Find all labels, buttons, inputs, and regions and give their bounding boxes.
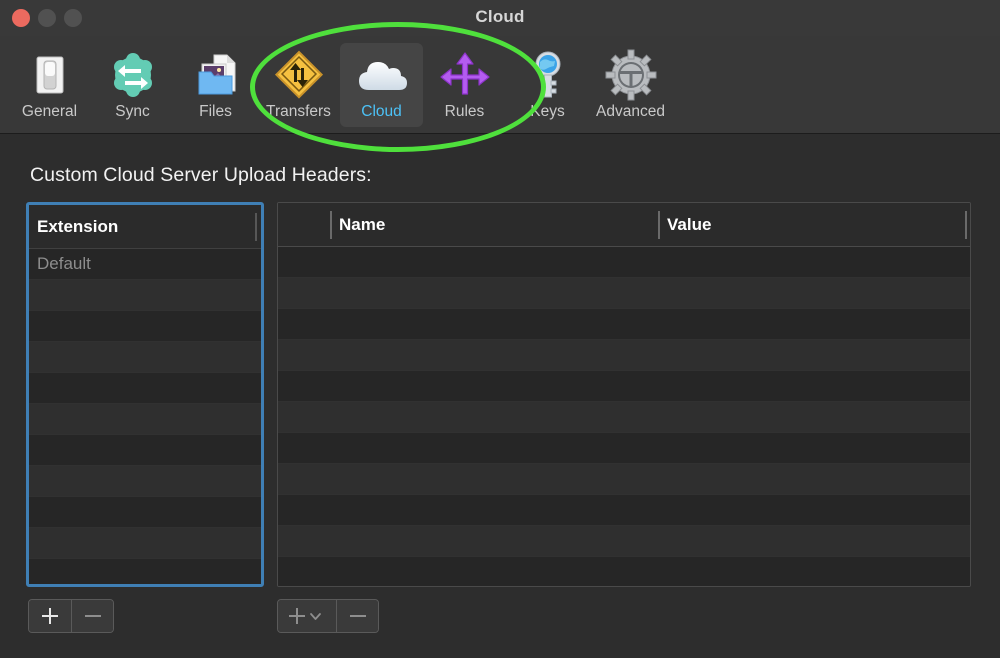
tab-files[interactable]: Files [174, 43, 257, 127]
table-row[interactable] [29, 280, 261, 311]
add-header-button[interactable] [278, 600, 336, 632]
title-bar: Cloud [0, 0, 1000, 36]
tab-general-label: General [21, 103, 78, 120]
tab-advanced-label: Advanced [596, 103, 665, 120]
minus-icon [349, 615, 366, 617]
window-title: Cloud [475, 7, 525, 26]
table-row[interactable] [278, 495, 970, 526]
tab-advanced[interactable]: Advanced [589, 43, 672, 127]
plus-chevron-icon [289, 608, 321, 624]
extension-table-body: Default [29, 249, 261, 584]
headers-table-header: Name Value [278, 203, 970, 247]
headers-table-body [278, 247, 970, 586]
rules-icon [437, 48, 493, 102]
files-icon [188, 48, 244, 102]
preferences-window: Cloud General Sync Files Transfers Cloud… [0, 0, 1000, 658]
column-resize-grip[interactable] [255, 213, 257, 241]
table-row[interactable] [29, 404, 261, 435]
remove-header-button[interactable] [336, 600, 378, 632]
table-row[interactable] [278, 309, 970, 340]
tab-general[interactable]: General [8, 43, 91, 127]
table-row[interactable] [278, 464, 970, 495]
extension-table[interactable]: Extension Default [26, 202, 264, 587]
minus-icon [84, 615, 101, 617]
table-row[interactable] [278, 433, 970, 464]
sync-icon [105, 48, 161, 102]
cell-extension: Default [37, 254, 91, 273]
add-extension-button[interactable] [29, 600, 71, 632]
cloud-settings-pane: Custom Cloud Server Upload Headers: Exte… [0, 135, 1000, 658]
table-row[interactable] [29, 528, 261, 559]
table-row[interactable]: Default [29, 249, 261, 280]
table-row[interactable] [278, 402, 970, 433]
tab-cloud-label: Cloud [361, 103, 402, 120]
table-row[interactable] [29, 435, 261, 466]
tab-rules-label: Rules [444, 103, 485, 120]
tab-transfers-label: Transfers [266, 103, 331, 120]
column-header-value: Value [667, 215, 712, 234]
tab-files-label: Files [199, 103, 232, 120]
table-row[interactable] [278, 526, 970, 557]
transfers-icon [271, 48, 327, 102]
headers-table[interactable]: Name Value [277, 202, 971, 587]
section-title: Custom Cloud Server Upload Headers: [30, 164, 372, 186]
keys-icon [520, 48, 576, 102]
table-row[interactable] [278, 278, 970, 309]
toolbar-tab-list: General Sync Files Transfers Cloud Rules… [8, 36, 672, 134]
table-row[interactable] [29, 342, 261, 373]
tab-keys[interactable]: Keys [506, 43, 589, 127]
table-row[interactable] [278, 371, 970, 402]
table-row[interactable] [278, 247, 970, 278]
column-header-value-wrap[interactable]: Value [658, 203, 711, 247]
tab-cloud[interactable]: Cloud [340, 43, 423, 127]
extension-table-header: Extension [29, 205, 261, 249]
plus-icon [42, 608, 58, 624]
table-row[interactable] [29, 497, 261, 528]
tab-transfers[interactable]: Transfers [257, 43, 340, 127]
table-row[interactable] [278, 557, 970, 586]
tab-sync[interactable]: Sync [91, 43, 174, 127]
column-divider[interactable] [965, 211, 967, 239]
column-header-end-wrap[interactable] [965, 203, 967, 247]
column-header-name: Name [339, 215, 386, 234]
table-row[interactable] [29, 373, 261, 404]
table-row[interactable] [278, 340, 970, 371]
extension-table-buttons [28, 599, 114, 633]
tab-rules[interactable]: Rules [423, 43, 506, 127]
column-header-extension[interactable]: Extension [37, 217, 118, 237]
table-row[interactable] [29, 559, 261, 584]
tab-sync-label: Sync [115, 103, 150, 120]
tab-keys-label: Keys [530, 103, 565, 120]
table-row[interactable] [29, 466, 261, 497]
remove-extension-button[interactable] [71, 600, 113, 632]
gear-icon [603, 48, 659, 102]
switch-icon [22, 48, 78, 102]
column-header-name-wrap[interactable]: Name [330, 203, 385, 247]
column-divider[interactable] [330, 211, 332, 239]
column-divider[interactable] [658, 211, 660, 239]
cloud-icon [354, 48, 410, 102]
preferences-toolbar: General Sync Files Transfers Cloud Rules… [0, 36, 1000, 134]
table-row[interactable] [29, 311, 261, 342]
headers-table-buttons [277, 599, 379, 633]
